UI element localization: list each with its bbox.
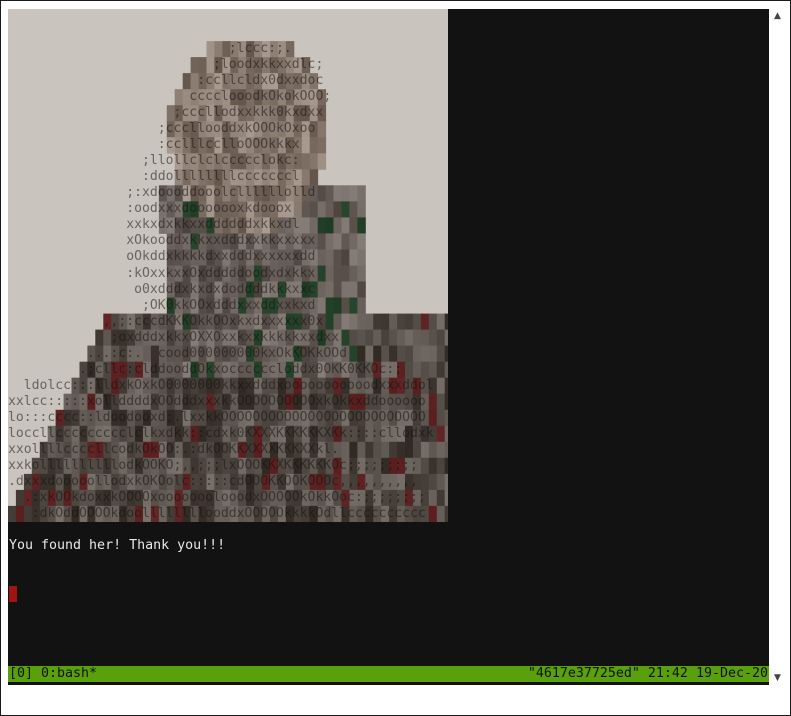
ascii-art-pixel bbox=[444, 409, 448, 427]
ascii-art-pixel bbox=[444, 425, 448, 443]
terminal-cursor bbox=[9, 586, 17, 602]
ascii-art-pixel bbox=[444, 473, 448, 491]
ascii-art-pixel bbox=[436, 409, 446, 427]
ascii-art-image: ;lccc:;. ;loodxkkxxdlc; :ccllcldx0dxxdoc… bbox=[8, 9, 448, 522]
ascii-art-pixel bbox=[444, 457, 448, 475]
tmux-status-right: "4617e37725ed" 21:42 19-Dec-20 bbox=[527, 666, 768, 681]
ascii-art-pixel bbox=[436, 361, 446, 379]
ascii-art-pixel bbox=[444, 329, 448, 347]
scroll-down-arrow-icon[interactable]: ▼ bbox=[771, 672, 784, 684]
ascii-art-pixel bbox=[436, 377, 446, 395]
ascii-art-pixel bbox=[444, 441, 448, 459]
ascii-art-pixel bbox=[444, 377, 448, 395]
ascii-art-pixel bbox=[444, 505, 448, 522]
ascii-art-pixel bbox=[436, 329, 446, 347]
terminal-window: ;lccc:;. ;loodxkkxxdlc; :ccllcldx0dxxdoc… bbox=[0, 0, 791, 716]
ascii-art-text: ;lccc:;. ;loodxkkxxdlc; :ccllcldx0dxxdoc… bbox=[8, 41, 434, 521]
ascii-art-pixel bbox=[444, 393, 448, 411]
ascii-art-pixel bbox=[436, 425, 446, 443]
tmux-window-list[interactable]: [0] 0:bash* bbox=[9, 666, 97, 682]
ascii-art-pixel bbox=[444, 345, 448, 363]
vertical-scrollbar[interactable]: ▲ ▼ bbox=[771, 9, 784, 685]
terminal-pane[interactable]: ;lccc:;. ;loodxkkxxdlc; :ccllcldx0dxxdoc… bbox=[8, 9, 769, 685]
ascii-art-pixel bbox=[436, 457, 446, 475]
ascii-art-pixel bbox=[436, 393, 446, 411]
terminal-output-message: You found her! Thank you!!! bbox=[9, 538, 226, 553]
ascii-art-pixel bbox=[444, 313, 448, 331]
scroll-up-arrow-icon[interactable]: ▲ bbox=[771, 10, 784, 22]
ascii-art-pixel bbox=[444, 489, 448, 507]
tmux-status-bar: [0] 0:bash* "4617e37725ed" 21:42 19-Dec-… bbox=[8, 666, 769, 682]
ascii-art-pixel bbox=[436, 441, 446, 459]
ascii-art-pixel bbox=[436, 489, 446, 507]
ascii-art-pixel bbox=[444, 361, 448, 379]
ascii-art-pixel bbox=[436, 313, 446, 331]
ascii-art-pixel bbox=[436, 345, 446, 363]
ascii-art-pixel bbox=[436, 505, 446, 522]
ascii-art-pixel bbox=[436, 473, 446, 491]
